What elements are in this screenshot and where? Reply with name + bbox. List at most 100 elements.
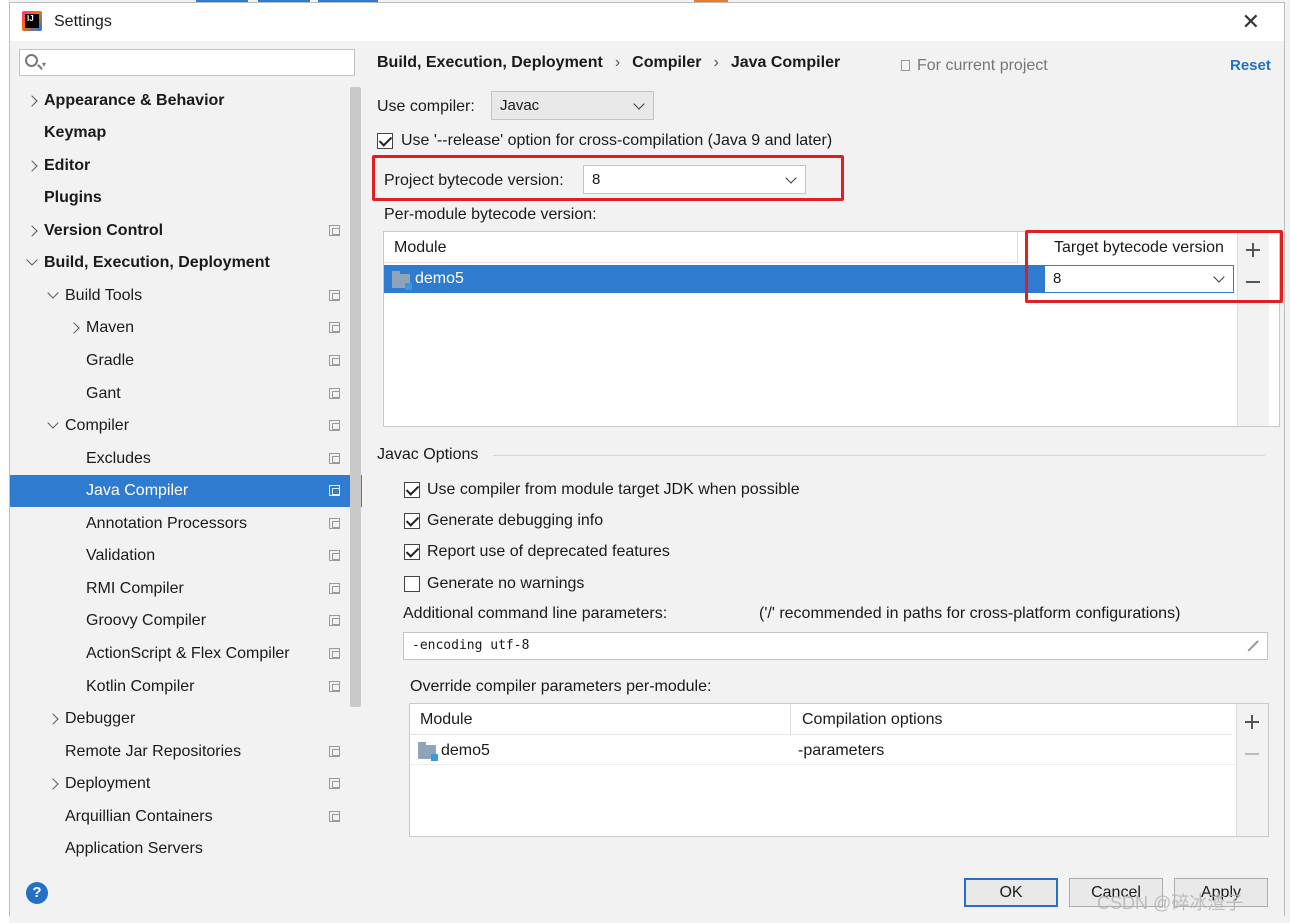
sidebar-item-label: Maven bbox=[86, 319, 135, 336]
close-icon[interactable]: ✕ bbox=[1242, 9, 1260, 35]
column-header-module[interactable]: Module bbox=[410, 704, 790, 735]
sidebar-item-java-compiler[interactable]: Java Compiler bbox=[10, 475, 362, 507]
sidebar-item-label: Java Compiler bbox=[86, 482, 189, 499]
sidebar-item-compiler[interactable]: Compiler bbox=[10, 410, 350, 442]
window-title: Settings bbox=[54, 13, 112, 30]
chevron-right-icon[interactable] bbox=[26, 150, 38, 182]
sidebar-item-maven[interactable]: Maven bbox=[10, 312, 350, 344]
chevron-right-icon[interactable] bbox=[26, 85, 38, 117]
sidebar-item-label: Application Servers bbox=[65, 840, 203, 857]
project-bytecode-select[interactable]: 8 bbox=[583, 165, 806, 194]
chevron-right-icon: › bbox=[614, 54, 621, 71]
option-no-warnings-checkbox[interactable] bbox=[404, 576, 420, 592]
sidebar-item-label: Appearance & Behavior bbox=[44, 92, 225, 109]
sidebar-item-label: Version Control bbox=[44, 222, 164, 239]
sidebar-item-label: Kotlin Compiler bbox=[86, 678, 195, 695]
project-scope-icon bbox=[329, 778, 340, 789]
sidebar-item-label: Build, Execution, Deployment bbox=[44, 254, 270, 271]
project-bytecode-label: Project bytecode version: bbox=[384, 172, 564, 189]
search-dropdown-icon[interactable]: ▾ bbox=[42, 60, 46, 69]
sidebar-item-label: Editor bbox=[44, 157, 91, 174]
sidebar-scrollbar[interactable] bbox=[350, 87, 361, 707]
sidebar-item-keymap[interactable]: Keymap bbox=[10, 117, 350, 149]
additional-params-input[interactable]: -encoding utf-8 bbox=[403, 632, 1268, 660]
search-box[interactable]: ▾ bbox=[19, 49, 355, 76]
sidebar-item-editor[interactable]: Editor bbox=[10, 150, 350, 182]
sidebar-item-rmi-compiler[interactable]: RMI Compiler bbox=[10, 573, 350, 605]
module-name: demo5 bbox=[441, 742, 490, 759]
chevron-down-icon[interactable] bbox=[47, 280, 59, 312]
additional-params-label: Additional command line parameters: bbox=[403, 605, 668, 622]
sidebar-item-label: ActionScript & Flex Compiler bbox=[86, 645, 290, 662]
sidebar-item-validation[interactable]: Validation bbox=[10, 540, 350, 572]
release-option-checkbox[interactable] bbox=[377, 133, 393, 149]
sidebar-item-build-tools[interactable]: Build Tools bbox=[10, 280, 350, 312]
project-scope-icon bbox=[329, 811, 340, 822]
chevron-right-icon[interactable] bbox=[47, 768, 59, 800]
per-module-label: Per-module bytecode version: bbox=[384, 206, 597, 223]
sidebar-item-label: Debugger bbox=[65, 710, 136, 727]
reset-link[interactable]: Reset bbox=[1230, 57, 1271, 74]
sidebar-item-groovy-compiler[interactable]: Groovy Compiler bbox=[10, 605, 350, 637]
table-row[interactable]: demo5 bbox=[384, 265, 1044, 293]
project-scope-icon bbox=[329, 225, 340, 236]
remove-icon bbox=[1245, 746, 1261, 762]
chevron-right-icon: › bbox=[713, 54, 719, 71]
column-header-module[interactable]: Module bbox=[384, 232, 1017, 263]
section-divider bbox=[493, 455, 1265, 456]
chevron-right-icon[interactable] bbox=[68, 312, 80, 344]
dialog-footer: ? OK Cancel Apply bbox=[10, 865, 1284, 917]
sidebar-item-gant[interactable]: Gant bbox=[10, 378, 350, 410]
scope-hint-label: For current project bbox=[917, 57, 1048, 74]
help-icon[interactable]: ? bbox=[26, 882, 48, 904]
option-label: Use compiler from module target JDK when… bbox=[427, 481, 800, 498]
sidebar-item-debugger[interactable]: Debugger bbox=[10, 703, 350, 735]
sidebar-item-gradle[interactable]: Gradle bbox=[10, 345, 350, 377]
sidebar-item-build-execution-deployment[interactable]: Build, Execution, Deployment bbox=[10, 247, 350, 279]
chevron-right-icon[interactable] bbox=[47, 703, 59, 735]
settings-sidebar: ▾ Appearance & Behavior Keymap Editor Pl… bbox=[10, 41, 363, 865]
sidebar-item-label: Gradle bbox=[86, 352, 135, 369]
release-option-label: Use '--release' option for cross-compila… bbox=[401, 132, 833, 149]
ok-button[interactable]: OK bbox=[964, 878, 1058, 907]
override-label: Override compiler parameters per-module: bbox=[410, 678, 712, 695]
sidebar-item-remote-jar-repositories[interactable]: Remote Jar Repositories bbox=[10, 736, 350, 768]
option-use-module-jdk-checkbox[interactable] bbox=[404, 482, 420, 498]
project-scope-icon bbox=[329, 420, 340, 431]
project-scope-icon bbox=[329, 518, 340, 529]
watermark: CSDN @碎冰渣子 bbox=[1097, 893, 1244, 913]
module-name: demo5 bbox=[415, 270, 464, 287]
search-input[interactable] bbox=[52, 52, 347, 73]
column-divider bbox=[790, 704, 791, 735]
breadcrumb-item: Build, Execution, Deployment bbox=[377, 54, 603, 71]
chevron-down-icon[interactable] bbox=[26, 247, 38, 279]
sidebar-item-kotlin-compiler[interactable]: Kotlin Compiler bbox=[10, 671, 350, 703]
project-bytecode-value: 8 bbox=[592, 171, 601, 188]
project-scope-icon bbox=[329, 355, 340, 366]
use-compiler-label: Use compiler: bbox=[377, 98, 475, 115]
sidebar-item-excludes[interactable]: Excludes bbox=[10, 443, 350, 475]
sidebar-item-deployment[interactable]: Deployment bbox=[10, 768, 350, 800]
option-debug-info-checkbox[interactable] bbox=[404, 513, 420, 529]
sidebar-item-plugins[interactable]: Plugins bbox=[10, 182, 350, 214]
chevron-down-icon[interactable] bbox=[47, 410, 59, 442]
breadcrumb: Build, Execution, Deployment › Compiler › Ja… bbox=[377, 54, 840, 72]
sidebar-item-actionscript-flex-compiler[interactable]: ActionScript & Flex Compiler bbox=[10, 638, 350, 670]
sidebar-item-annotation-processors[interactable]: Annotation Processors bbox=[10, 508, 350, 540]
sidebar-item-arquillian-containers[interactable]: Arquillian Containers bbox=[10, 801, 350, 833]
project-scope-icon bbox=[329, 290, 340, 301]
sidebar-item-label: Plugins bbox=[44, 189, 102, 206]
sidebar-item-appearance[interactable]: Appearance & Behavior bbox=[10, 85, 350, 117]
add-icon[interactable] bbox=[1245, 714, 1261, 730]
column-header-options[interactable]: Compilation options bbox=[792, 704, 1232, 735]
sidebar-item-version-control[interactable]: Version Control bbox=[10, 215, 350, 247]
sidebar-item-application-servers[interactable]: Application Servers bbox=[10, 833, 350, 865]
expand-icon[interactable] bbox=[1245, 639, 1259, 653]
use-compiler-select[interactable]: Javac bbox=[491, 91, 654, 120]
option-deprecation-checkbox[interactable] bbox=[404, 544, 420, 560]
sidebar-item-label: Remote Jar Repositories bbox=[65, 743, 242, 760]
chevron-right-icon[interactable] bbox=[26, 215, 38, 247]
sidebar-item-label: Validation bbox=[86, 547, 156, 564]
compilation-options-value[interactable]: -parameters bbox=[798, 737, 884, 765]
table-row[interactable]: demo5 -parameters bbox=[410, 737, 1236, 765]
